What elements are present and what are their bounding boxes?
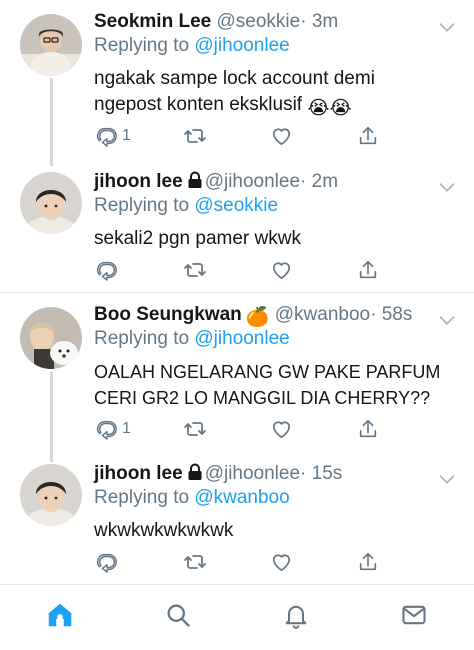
replying-to-label: Replying to xyxy=(94,195,190,216)
retweet-button[interactable] xyxy=(183,124,207,148)
reply-icon xyxy=(96,551,118,573)
action-bar: 1 xyxy=(0,124,474,148)
tweet-text: OALAH NGELARANG GW PAKE PARFUM CERI GR2 … xyxy=(94,359,464,411)
mention-link[interactable]: @jihoonlee xyxy=(194,328,289,349)
display-name[interactable]: jihoon lee xyxy=(94,171,183,192)
retweet-icon xyxy=(183,258,207,282)
share-button[interactable] xyxy=(357,258,379,282)
handle[interactable]: @seokkie xyxy=(217,11,301,32)
timestamp: · 2m xyxy=(300,171,339,192)
heart-icon xyxy=(270,125,293,148)
action-bar xyxy=(0,550,474,574)
chevron-down-icon[interactable] xyxy=(436,309,458,336)
replying-to: Replying to @seokkie xyxy=(94,194,278,218)
handle[interactable]: @kwanboo xyxy=(275,304,370,325)
reply-icon xyxy=(96,125,118,147)
tweet-header: jihoon lee @jihoonlee· 15s xyxy=(94,462,342,488)
timestamp: · 3m xyxy=(300,11,339,32)
chevron-down-icon[interactable] xyxy=(436,468,458,495)
tweet-text-line: CERI GR2 LO MANGGIL DIA CHERRY?? xyxy=(94,388,431,408)
tweet-text: ngakak sampe lock account demi ngepost k… xyxy=(94,66,464,122)
replying-to-label: Replying to xyxy=(94,35,190,56)
retweet-icon xyxy=(183,124,207,148)
lock-icon xyxy=(187,171,203,196)
display-name[interactable]: jihoon lee xyxy=(94,463,183,484)
retweet-icon xyxy=(183,550,207,574)
tweet[interactable]: Seokmin Lee @seokkie· 3m Replying to @ji… xyxy=(0,10,474,158)
avatar[interactable] xyxy=(20,172,82,234)
search-icon[interactable] xyxy=(162,599,194,631)
home-icon[interactable] xyxy=(44,599,76,631)
like-button[interactable] xyxy=(270,258,293,282)
share-button[interactable] xyxy=(357,417,379,441)
retweet-button[interactable] xyxy=(183,417,207,441)
reply-button[interactable] xyxy=(96,258,122,282)
reply-icon xyxy=(96,418,118,440)
separator xyxy=(0,292,474,293)
display-name[interactable]: Boo Seungkwan xyxy=(94,304,242,325)
tweet-text-line: OALAH NGELARANG GW PAKE PARFUM xyxy=(94,362,441,382)
reply-count: 1 xyxy=(122,127,131,144)
tweet-text: sekali2 pgn pamer wkwk xyxy=(94,228,301,249)
handle[interactable]: @jihoonlee xyxy=(205,171,300,192)
reply-button[interactable] xyxy=(96,550,122,574)
mention-link[interactable]: @seokkie xyxy=(194,195,278,216)
display-name[interactable]: Seokmin Lee xyxy=(94,11,211,32)
lock-icon xyxy=(187,463,203,488)
action-bar: 1 xyxy=(0,417,474,441)
like-button[interactable] xyxy=(270,124,293,148)
heart-icon xyxy=(270,259,293,282)
avatar[interactable] xyxy=(20,464,82,526)
reply-button[interactable]: 1 xyxy=(96,417,131,441)
like-button[interactable] xyxy=(270,417,293,441)
reply-icon xyxy=(96,259,118,281)
reply-count: 1 xyxy=(122,420,131,437)
tweet-text-line: ngepost konten eksklusif xyxy=(94,94,303,115)
tweet[interactable]: jihoon lee @jihoonlee· 15s Replying to @k… xyxy=(0,462,474,572)
tweet-header: jihoon lee @jihoonlee· 2m xyxy=(94,170,338,196)
mention-link[interactable]: @kwanboo xyxy=(194,487,289,508)
reply-button[interactable]: 1 xyxy=(96,124,131,148)
tweet-header: Boo Seungkwan 🍊 @kwanboo· 58s xyxy=(94,303,412,330)
replying-to: Replying to @jihoonlee xyxy=(94,34,290,58)
share-icon xyxy=(357,125,379,147)
retweet-button[interactable] xyxy=(183,258,207,282)
avatar[interactable] xyxy=(20,307,82,369)
tweet[interactable]: jihoon lee @jihoonlee· 2m Replying to @se… xyxy=(0,170,474,280)
heart-icon xyxy=(270,418,293,441)
handle[interactable]: @jihoonlee xyxy=(205,463,300,484)
crying-emoji: 😭😭 xyxy=(307,98,352,119)
tweet-text-line: ngakak sampe lock account demi xyxy=(94,68,375,89)
chevron-down-icon[interactable] xyxy=(436,176,458,203)
tweet-header: Seokmin Lee @seokkie· 3m xyxy=(94,10,338,34)
retweet-button[interactable] xyxy=(183,550,207,574)
messages-icon[interactable] xyxy=(398,599,430,631)
like-button[interactable] xyxy=(270,550,293,574)
action-bar xyxy=(0,258,474,282)
replying-to-label: Replying to xyxy=(94,328,190,349)
tweet[interactable]: Boo Seungkwan 🍊 @kwanboo· 58s Replying to… xyxy=(0,303,474,443)
heart-icon xyxy=(270,551,293,574)
share-icon xyxy=(357,551,379,573)
share-button[interactable] xyxy=(357,550,379,574)
timestamp: · 58s xyxy=(370,304,413,325)
share-icon xyxy=(357,259,379,281)
tweet-text: wkwkwkwkwkwk xyxy=(94,520,234,541)
share-icon xyxy=(357,418,379,440)
timestamp: · 15s xyxy=(300,463,343,484)
mention-link[interactable]: @jihoonlee xyxy=(194,35,289,56)
replying-to: Replying to @kwanboo xyxy=(94,486,290,510)
retweet-icon xyxy=(183,417,207,441)
replying-to: Replying to @jihoonlee xyxy=(94,327,290,351)
replying-to-label: Replying to xyxy=(94,487,190,508)
avatar[interactable] xyxy=(20,14,82,76)
notifications-icon[interactable] xyxy=(280,599,312,631)
chevron-down-icon[interactable] xyxy=(436,16,458,43)
bottom-tab-bar xyxy=(0,584,474,650)
share-button[interactable] xyxy=(357,124,379,148)
